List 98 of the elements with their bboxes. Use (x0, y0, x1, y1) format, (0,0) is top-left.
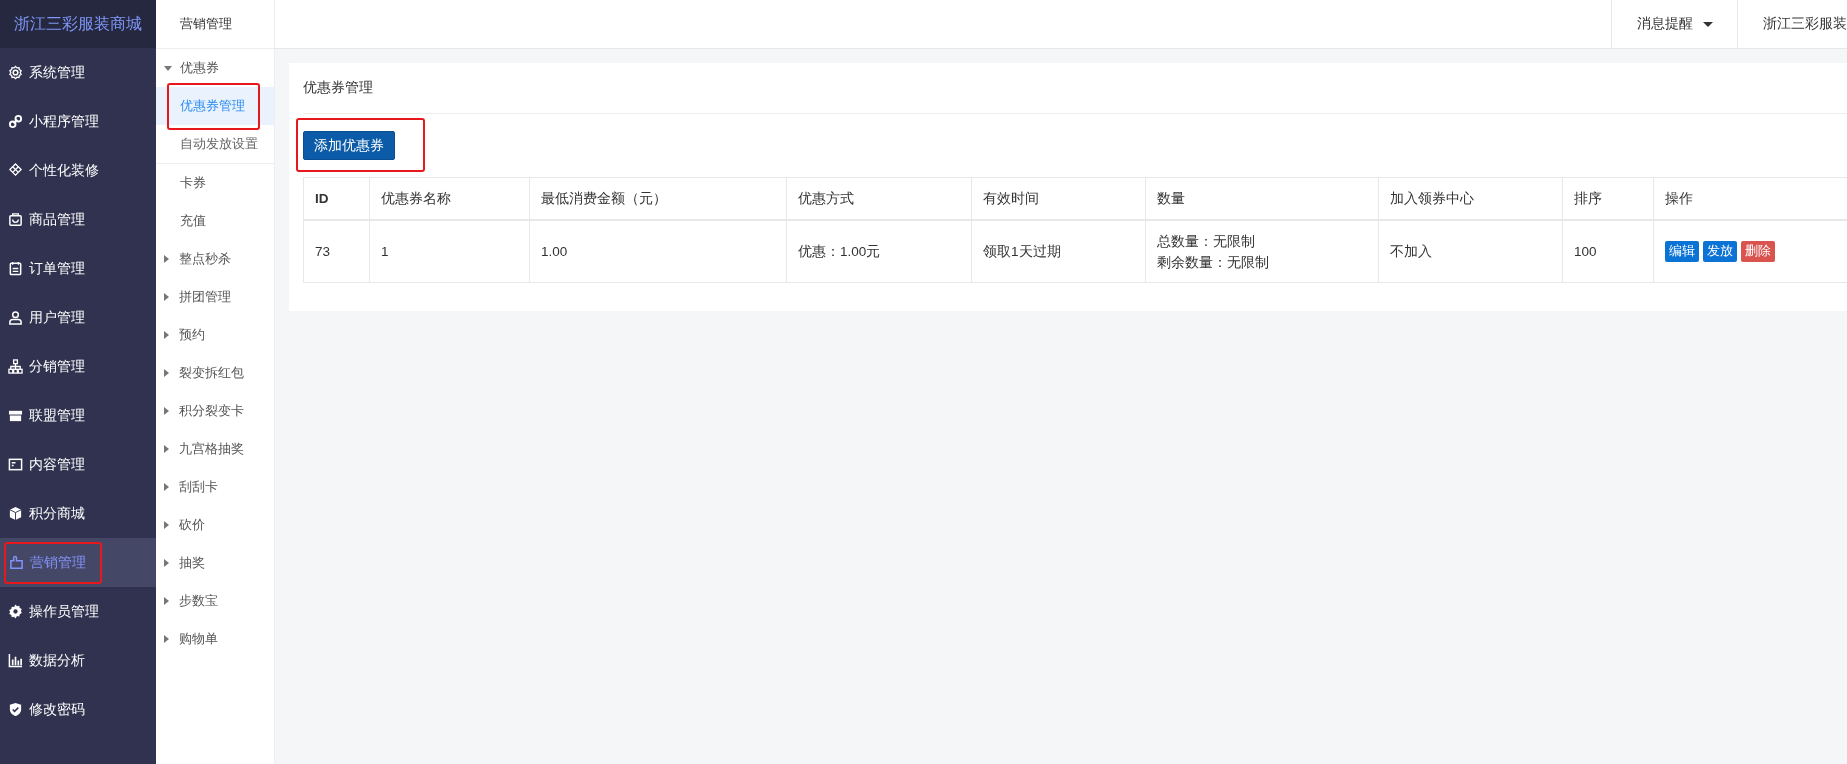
column-header: 优惠券名称 (369, 177, 530, 220)
table-cell: 领取1天过期 (971, 220, 1146, 283)
submenu-item[interactable]: 卡券 (156, 164, 274, 202)
submenu-group[interactable]: 刮刮卡 (156, 468, 274, 506)
gear-icon (8, 65, 23, 80)
column-header: 排序 (1562, 177, 1654, 220)
group-label: 预约 (179, 326, 205, 344)
add-coupon-button[interactable]: 添加优惠券 (303, 131, 395, 160)
column-header: ID (303, 177, 370, 220)
column-header: 加入领券中心 (1378, 177, 1563, 220)
submenu-item[interactable]: 充值 (156, 202, 274, 240)
menu-label: 营销管理 (30, 553, 86, 572)
calendar-icon (8, 261, 23, 276)
column-header: 最低消费金额（元） (529, 177, 787, 220)
menu-label: 个性化装修 (29, 161, 99, 180)
item-label: 优惠券管理 (180, 96, 245, 115)
shield-check-icon (8, 702, 23, 717)
diamond-icon (8, 163, 23, 178)
top-menu-label: 浙江三彩服装 (1763, 15, 1847, 33)
menu-label: 积分商城 (29, 504, 85, 523)
sidebar-item[interactable]: 订单管理 (0, 244, 156, 293)
menu-label: 联盟管理 (29, 406, 85, 425)
action-button[interactable]: 删除 (1741, 241, 1775, 262)
group-label: 九宫格抽奖 (179, 440, 244, 458)
group-label: 抽奖 (179, 554, 205, 572)
table-cell: 1 (369, 220, 530, 283)
menu-label: 内容管理 (29, 455, 85, 474)
sidebar-item[interactable]: 分销管理 (0, 342, 156, 391)
sidebar-item[interactable]: 联盟管理 (0, 391, 156, 440)
submenu-group[interactable]: 预约 (156, 316, 274, 354)
window-icon (8, 457, 23, 472)
menu-label: 系统管理 (29, 63, 85, 82)
cube-icon (8, 506, 23, 521)
column-header: 优惠方式 (786, 177, 972, 220)
sidebar-item[interactable]: 商品管理 (0, 195, 156, 244)
table-cell: 100 (1562, 220, 1654, 283)
cell-line: 剩余数量：无限制 (1157, 253, 1270, 272)
menu-label: 用户管理 (29, 308, 85, 327)
action-button[interactable]: 编辑 (1665, 241, 1699, 262)
group-label: 优惠券 (180, 59, 219, 77)
sidebar-item[interactable]: 个性化装修 (0, 146, 156, 195)
menu-label: 数据分析 (29, 651, 85, 670)
store-icon (8, 408, 23, 423)
group-label: 裂变拆红包 (179, 364, 244, 382)
bar-chart-icon (8, 653, 23, 668)
action-button[interactable]: 发放 (1703, 241, 1737, 262)
top-menu-item[interactable]: 消息提醒 (1611, 0, 1737, 48)
column-header: 有效时间 (971, 177, 1146, 220)
submenu-group[interactable]: 优惠券 (156, 49, 274, 87)
column-header: 操作 (1653, 177, 1847, 220)
puzzle-icon (9, 555, 24, 570)
submenu-group[interactable]: 整点秒杀 (156, 240, 274, 278)
sitemap-icon (8, 359, 23, 374)
cell-line: 总数量：无限制 (1157, 232, 1256, 251)
menu-label: 商品管理 (29, 210, 85, 229)
sidebar-item[interactable]: 系统管理 (0, 48, 156, 97)
sidebar-item[interactable]: 操作员管理 (0, 587, 156, 636)
submenu-title: 营销管理 (156, 0, 274, 49)
group-label: 刮刮卡 (179, 478, 218, 496)
submenu-group[interactable]: 购物单 (156, 620, 274, 658)
app-logo-text: 浙江三彩服装商城 (0, 0, 156, 48)
submenu-group[interactable]: 拼团管理 (156, 278, 274, 316)
submenu-group[interactable]: 抽奖 (156, 544, 274, 582)
submenu-group[interactable]: 九宫格抽奖 (156, 430, 274, 468)
user-icon (8, 310, 23, 325)
top-menu-label: 消息提醒 (1637, 15, 1693, 33)
group-label: 砍价 (179, 516, 205, 534)
group-label: 拼团管理 (179, 288, 231, 306)
menu-label: 修改密码 (29, 700, 85, 719)
column-header: 数量 (1145, 177, 1379, 220)
sidebar-item[interactable]: 内容管理 (0, 440, 156, 489)
submenu-group[interactable]: 步数宝 (156, 582, 274, 620)
submenu-item[interactable]: 自动发放设置 (156, 125, 274, 163)
submenu-group[interactable]: 砍价 (156, 506, 274, 544)
table-cell: 73 (303, 220, 370, 283)
table-cell: 不加入 (1378, 220, 1563, 283)
group-label: 步数宝 (179, 592, 218, 610)
menu-label: 订单管理 (29, 259, 85, 278)
menu-label: 操作员管理 (29, 602, 99, 621)
group-label: 整点秒杀 (179, 250, 231, 268)
sidebar-item[interactable]: 数据分析 (0, 636, 156, 685)
group-label: 积分裂变卡 (179, 402, 244, 420)
menu-label: 小程序管理 (29, 112, 99, 131)
top-menu-item[interactable]: 浙江三彩服装 (1737, 0, 1847, 48)
table-cell: 优惠：1.00元 (786, 220, 972, 283)
card-title: 优惠券管理 (303, 63, 1847, 114)
table-cell: 1.00 (529, 220, 787, 283)
settings-icon (8, 604, 23, 619)
submenu-group[interactable]: 积分裂变卡 (156, 392, 274, 430)
menu-label: 分销管理 (29, 357, 85, 376)
submenu-group[interactable]: 裂变拆红包 (156, 354, 274, 392)
sidebar-item[interactable]: 小程序管理 (0, 97, 156, 146)
bag-icon (8, 212, 23, 227)
sidebar-item[interactable]: 积分商城 (0, 489, 156, 538)
sidebar-item[interactable]: 修改密码 (0, 685, 156, 734)
link-icon (8, 114, 23, 129)
group-label: 购物单 (179, 630, 218, 648)
sidebar-item[interactable]: 用户管理 (0, 293, 156, 342)
